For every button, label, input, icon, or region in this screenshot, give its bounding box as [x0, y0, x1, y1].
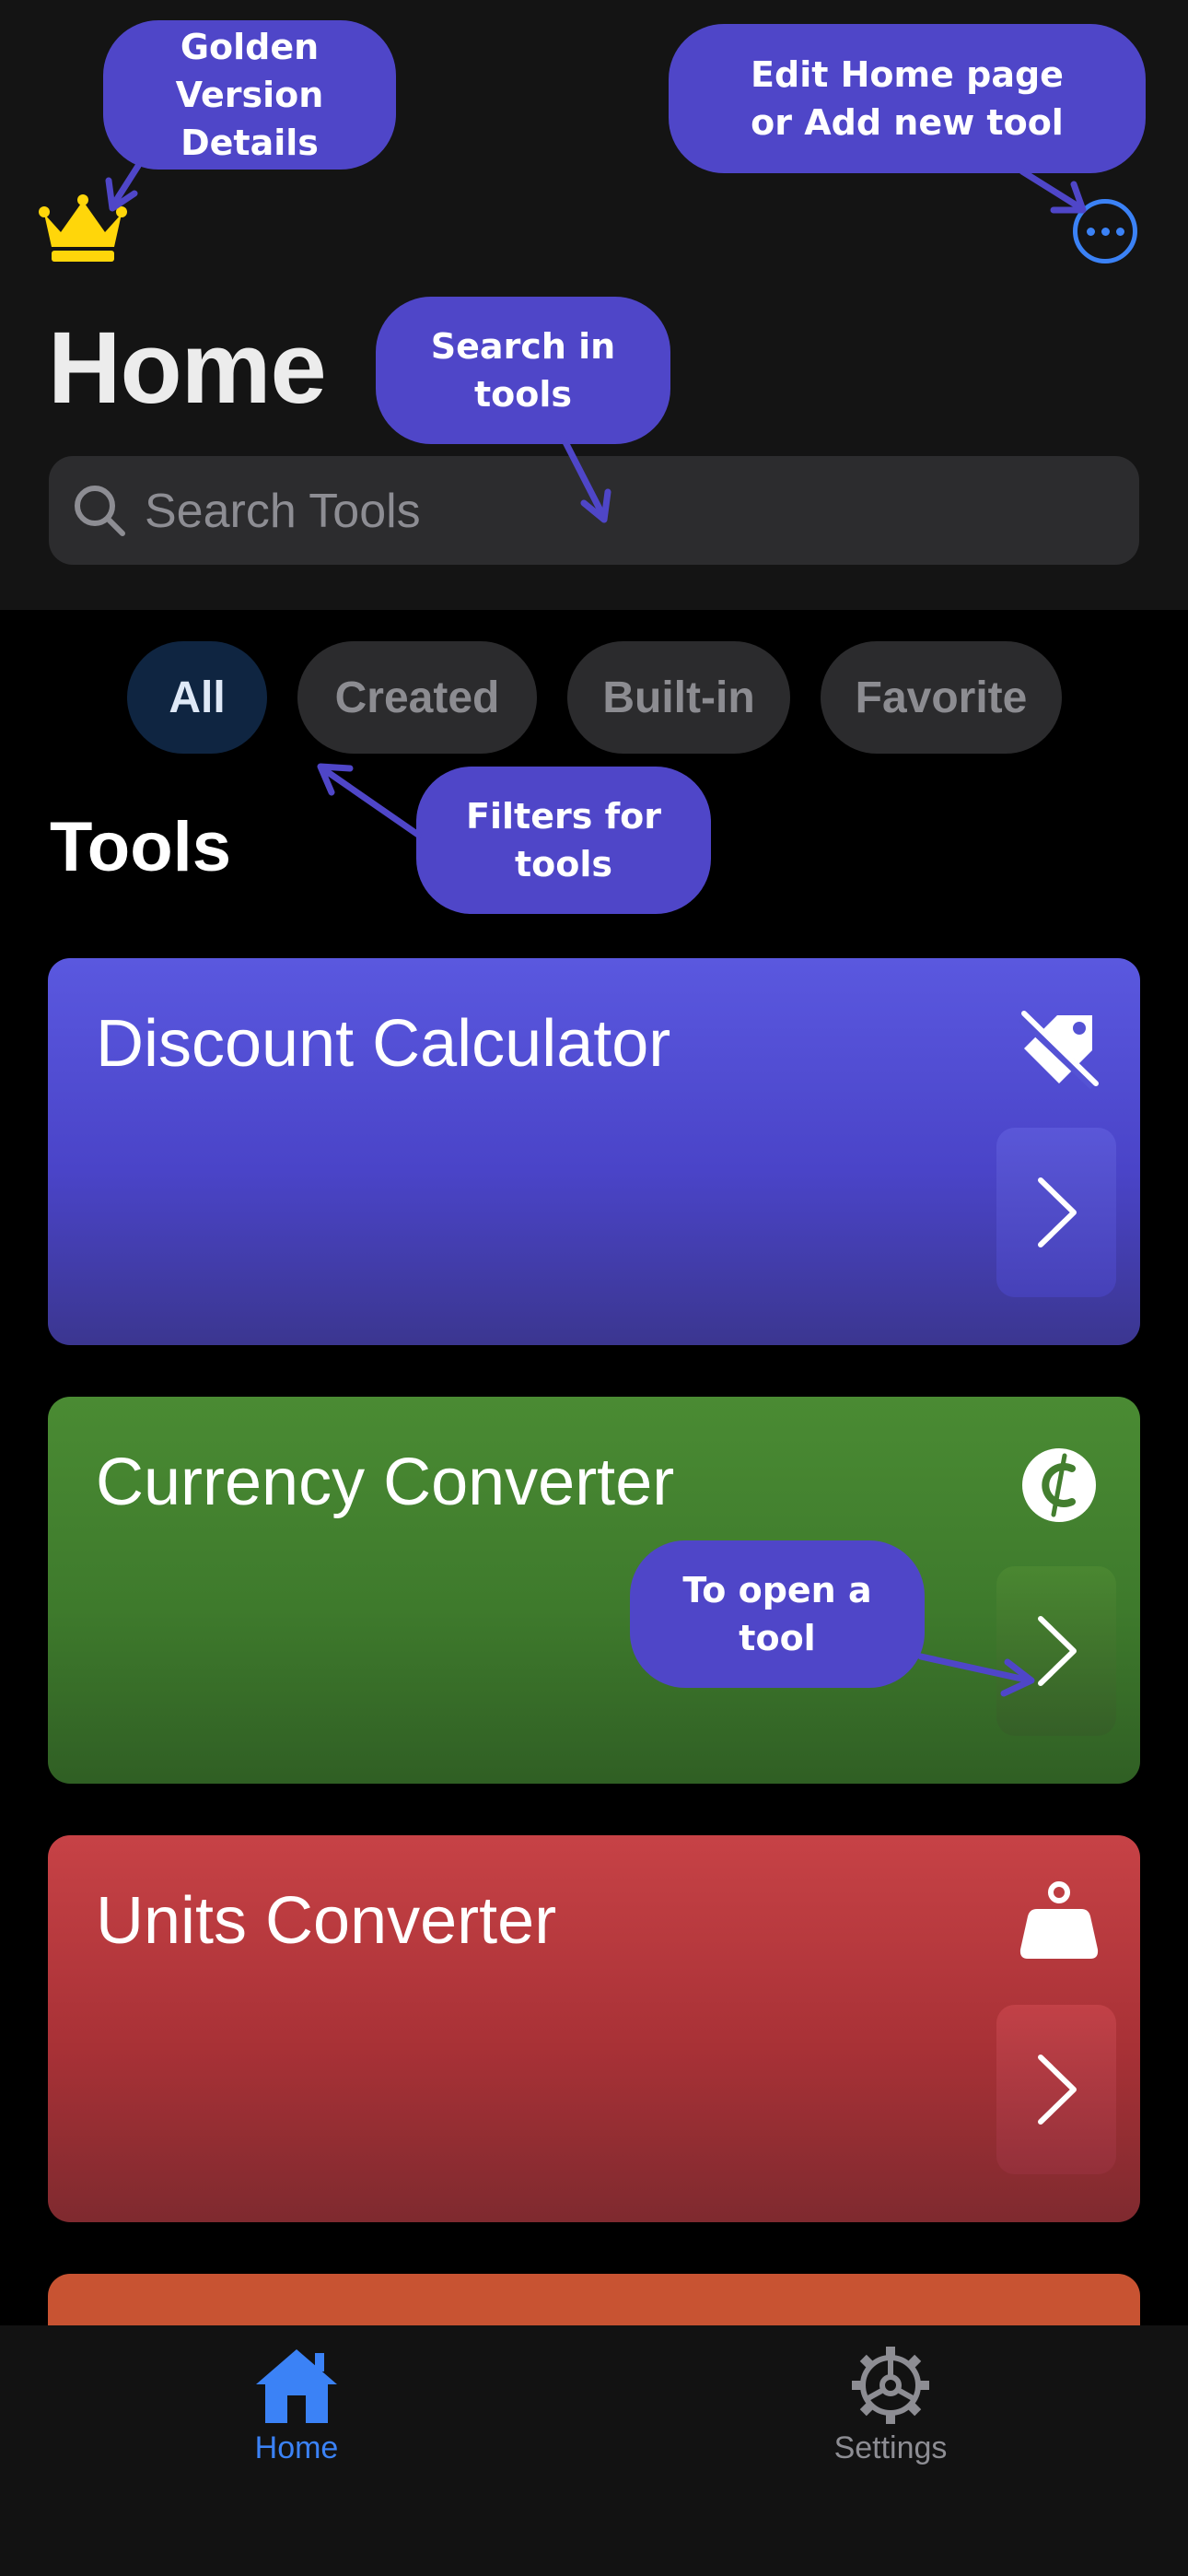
tag-slash-icon: [1018, 1011, 1099, 1090]
tool-title: Currency Converter: [96, 1446, 675, 1519]
filter-built-in[interactable]: Built-in: [567, 641, 790, 754]
tool-card-units-converter[interactable]: Units Converter: [48, 1835, 1140, 2222]
chevron-right-icon: [1038, 1616, 1077, 1686]
tab-settings-label: Settings: [833, 2430, 948, 2465]
open-tool-button[interactable]: [996, 2005, 1116, 2174]
tab-settings[interactable]: Settings: [798, 2344, 983, 2482]
callout-edit-home: Edit Home page or Add new tool: [669, 24, 1146, 173]
search-icon: [75, 486, 125, 536]
filter-all[interactable]: All: [127, 641, 267, 754]
tool-title: Units Converter: [96, 1884, 557, 1958]
section-title: Tools: [50, 808, 232, 886]
ellipsis-icon: [1086, 227, 1095, 236]
chevron-right-icon: [1038, 1177, 1077, 1247]
filter-chips: All Created Built-in Favorite: [0, 641, 1188, 754]
page-title: Home: [48, 311, 327, 425]
chevron-right-icon: [1038, 2055, 1077, 2125]
scale-weight-icon: [1019, 1881, 1099, 1959]
tab-home-label: Home: [254, 2430, 339, 2465]
callout-filters: Filters for tools: [416, 767, 711, 914]
tool-title: Discount Calculator: [96, 1007, 671, 1081]
tool-card-currency-converter[interactable]: Currency Converter: [48, 1397, 1140, 1784]
search-bar[interactable]: [49, 456, 1139, 567]
crown-icon[interactable]: [39, 193, 127, 265]
filter-created[interactable]: Created: [297, 641, 537, 754]
more-options-button[interactable]: [1073, 199, 1137, 263]
open-tool-button[interactable]: [996, 1566, 1116, 1736]
filter-favorite[interactable]: Favorite: [821, 641, 1062, 754]
gear-icon: [852, 2347, 929, 2424]
callout-search: Search in tools: [376, 297, 670, 444]
cedi-sign-icon: [1022, 1448, 1096, 1522]
open-tool-button[interactable]: [996, 1128, 1116, 1297]
tab-home[interactable]: Home: [204, 2344, 389, 2482]
tool-card-discount-calculator[interactable]: Discount Calculator: [48, 958, 1140, 1345]
tab-bar: Home Settings: [0, 2325, 1188, 2576]
house-icon: [256, 2349, 337, 2423]
callout-open-tool: To open a tool: [630, 1540, 925, 1688]
search-input[interactable]: [143, 456, 1113, 567]
callout-golden-version: Golden Version Details: [103, 20, 396, 170]
